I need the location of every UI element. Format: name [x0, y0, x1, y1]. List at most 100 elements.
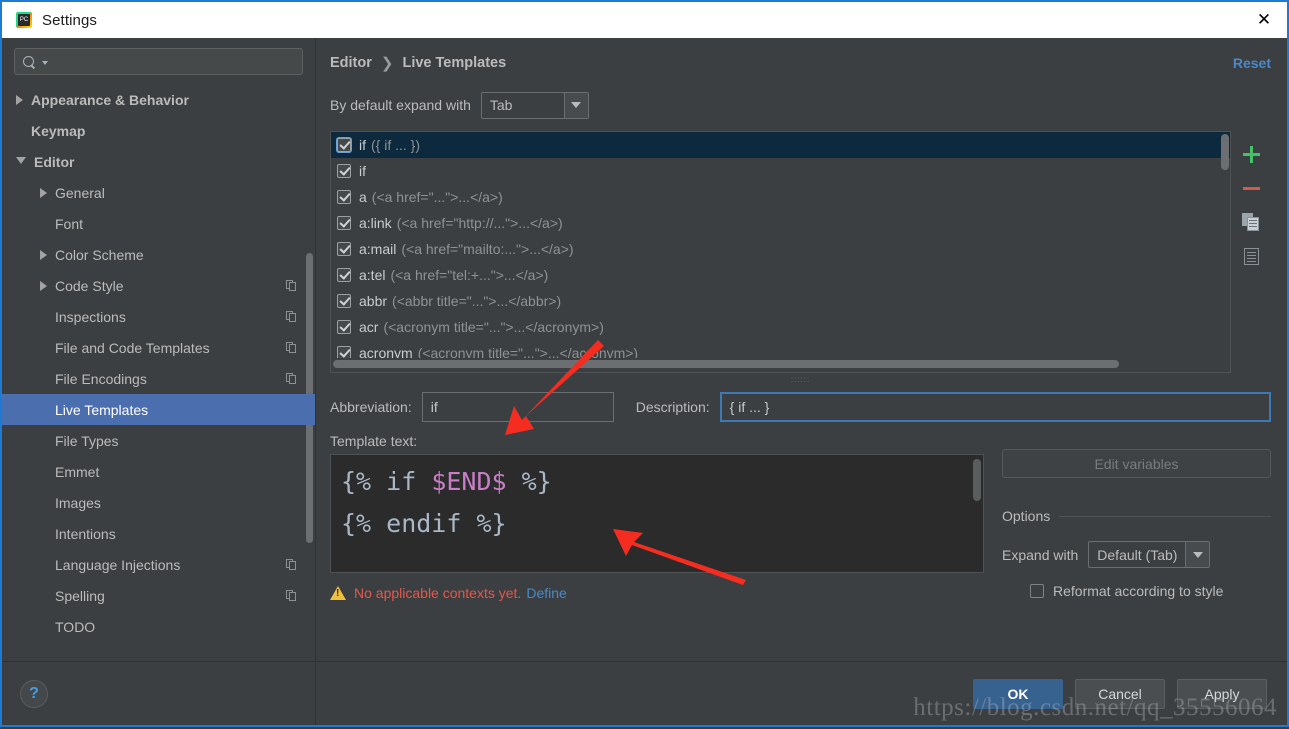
- template-enabled-checkbox[interactable]: [337, 190, 351, 204]
- options-divider: [1059, 516, 1271, 517]
- template-enabled-checkbox[interactable]: [337, 294, 351, 308]
- dialog-body: Appearance & BehaviorKeymap Editor General…: [2, 38, 1287, 725]
- template-abbreviation: if: [359, 137, 366, 153]
- template-enabled-checkbox[interactable]: [337, 372, 351, 373]
- template-row[interactable]: if: [331, 158, 1230, 184]
- copy-settings-icon[interactable]: [286, 559, 297, 571]
- template-enabled-checkbox[interactable]: [337, 138, 351, 152]
- abbreviation-value: if: [431, 399, 438, 415]
- sidebar-item-label: Color Scheme: [55, 247, 144, 263]
- template-row[interactable]: a:mail(<a href="mailto:...">...</a>): [331, 236, 1230, 262]
- sidebar-item-label: Font: [55, 216, 83, 232]
- reformat-checkbox[interactable]: [1030, 584, 1044, 598]
- chevron-right-icon[interactable]: [40, 281, 47, 291]
- edit-variables-button[interactable]: Edit variables: [1002, 449, 1271, 478]
- copy-settings-icon[interactable]: [286, 280, 297, 292]
- sidebar-item-intentions[interactable]: Intentions: [2, 518, 315, 549]
- sidebar-item-file-types[interactable]: File Types: [2, 425, 315, 456]
- sidebar-item-editor[interactable]: Editor: [2, 146, 315, 177]
- expand-with-chevron-down-icon[interactable]: [1185, 542, 1209, 567]
- sidebar-item-font[interactable]: Font: [2, 208, 315, 239]
- expand-with-label: Expand with: [1002, 547, 1078, 563]
- template-row[interactable]: a(<a href="...">...</a>): [331, 184, 1230, 210]
- help-button[interactable]: ?: [20, 680, 48, 708]
- reset-link[interactable]: Reset: [1233, 55, 1271, 71]
- search-box[interactable]: [14, 48, 303, 75]
- template-text-line-2: {% endif %}: [341, 503, 973, 545]
- default-expand-chevron-down-icon[interactable]: [564, 93, 588, 118]
- template-row[interactable]: a:link(<a href="http://...">...</a>): [331, 210, 1230, 236]
- template-row[interactable]: a:tel(<a href="tel:+...">...</a>): [331, 262, 1230, 288]
- splitter-handle[interactable]: ::::::: [330, 373, 1271, 387]
- template-enabled-checkbox[interactable]: [337, 242, 351, 256]
- chevron-right-icon[interactable]: [16, 95, 23, 105]
- breadcrumb: Editor ❯ Live Templates Reset: [330, 38, 1271, 76]
- sidebar-item-emmet[interactable]: Emmet: [2, 456, 315, 487]
- template-text-label: Template text:: [330, 433, 984, 449]
- template-editor-scrollbar-thumb[interactable]: [973, 459, 981, 501]
- sidebar-item-inspections[interactable]: Inspections: [2, 301, 315, 332]
- template-group-button[interactable]: [1236, 241, 1266, 271]
- sidebar-item-live-templates[interactable]: Live Templates: [2, 394, 315, 425]
- template-row[interactable]: if({ if ... }): [331, 132, 1230, 158]
- sidebar-item-label: Editor: [34, 154, 74, 170]
- sidebar-item-images[interactable]: Images: [2, 487, 315, 518]
- template-abbreviation: a: [359, 189, 367, 205]
- abbreviation-description-row: Abbreviation: if Description: { if ... }: [330, 391, 1271, 423]
- define-context-link[interactable]: Define: [526, 585, 566, 601]
- search-wrapper: [2, 38, 315, 81]
- search-input[interactable]: [48, 54, 294, 69]
- template-enabled-checkbox[interactable]: [337, 268, 351, 282]
- template-enabled-checkbox[interactable]: [337, 164, 351, 178]
- templates-horizontal-scrollbar-thumb[interactable]: [333, 360, 1119, 368]
- templates-vertical-scrollbar-thumb[interactable]: [1221, 134, 1229, 170]
- chevron-right-icon[interactable]: [40, 250, 47, 260]
- template-enabled-checkbox[interactable]: [337, 320, 351, 334]
- sidebar-item-appearance-behavior[interactable]: Appearance & Behavior: [2, 84, 315, 115]
- reformat-row[interactable]: Reformat according to style: [1002, 583, 1271, 599]
- sidebar-item-label: Intentions: [55, 526, 116, 542]
- close-icon[interactable]: ✕: [1241, 2, 1287, 38]
- sidebar-item-color-scheme[interactable]: Color Scheme: [2, 239, 315, 270]
- options-group-header: Options: [1002, 508, 1271, 524]
- template-text-line-1: {% if $END$ %}: [341, 461, 973, 503]
- copy-settings-icon[interactable]: [286, 373, 297, 385]
- sidebar-item-general[interactable]: General: [2, 177, 315, 208]
- sidebar-item-spelling[interactable]: Spelling: [2, 580, 315, 611]
- chevron-right-icon[interactable]: [40, 188, 47, 198]
- expand-with-combo[interactable]: Default (Tab): [1088, 541, 1210, 568]
- window-title: Settings: [42, 12, 97, 29]
- settings-sidebar: Appearance & BehaviorKeymap Editor General…: [2, 38, 316, 725]
- template-abbreviation: a:tel: [359, 267, 385, 283]
- sidebar-item-label: File Types: [55, 433, 119, 449]
- description-input[interactable]: { if ... }: [720, 392, 1271, 422]
- template-row[interactable]: abbr(<abbr title="...">...</abbr>): [331, 288, 1230, 314]
- template-description: (<acronym title="...">...</acronym>): [383, 319, 603, 335]
- template-line1-post: %}: [507, 467, 552, 496]
- sidebar-item-code-style[interactable]: Code Style: [2, 270, 315, 301]
- sidebar-item-todo[interactable]: TODO: [2, 611, 315, 642]
- template-abbreviation: a:link: [359, 215, 392, 231]
- description-label: Description:: [636, 399, 710, 415]
- add-template-button[interactable]: [1236, 139, 1266, 169]
- sidebar-item-keymap[interactable]: Keymap: [2, 115, 315, 146]
- sidebar-item-file-encodings[interactable]: File Encodings: [2, 363, 315, 394]
- breadcrumb-parent[interactable]: Editor: [330, 55, 372, 71]
- sidebar-item-file-and-code-templates[interactable]: File and Code Templates: [2, 332, 315, 363]
- duplicate-template-button[interactable]: [1236, 207, 1266, 237]
- default-expand-combo[interactable]: Tab: [481, 92, 589, 119]
- abbreviation-input[interactable]: if: [422, 392, 614, 422]
- templates-list[interactable]: if({ if ... })ifa(<a href="...">...</a>)…: [330, 131, 1231, 373]
- copy-settings-icon[interactable]: [286, 311, 297, 323]
- template-enabled-checkbox[interactable]: [337, 216, 351, 230]
- copy-settings-icon[interactable]: [286, 590, 297, 602]
- template-abbreviation: acr: [359, 319, 378, 335]
- chevron-down-icon[interactable]: [16, 157, 26, 169]
- copy-settings-icon[interactable]: [286, 342, 297, 354]
- templates-horizontal-scrollbar[interactable]: [331, 358, 1230, 372]
- settings-tree: Appearance & BehaviorKeymap Editor General…: [2, 81, 315, 661]
- remove-template-button[interactable]: [1236, 173, 1266, 203]
- sidebar-item-language-injections[interactable]: Language Injections: [2, 549, 315, 580]
- template-text-editor[interactable]: {% if $END$ %} {% endif %}: [330, 454, 984, 573]
- template-row[interactable]: acr (<acronym title="...">...</acronym>): [331, 314, 1230, 340]
